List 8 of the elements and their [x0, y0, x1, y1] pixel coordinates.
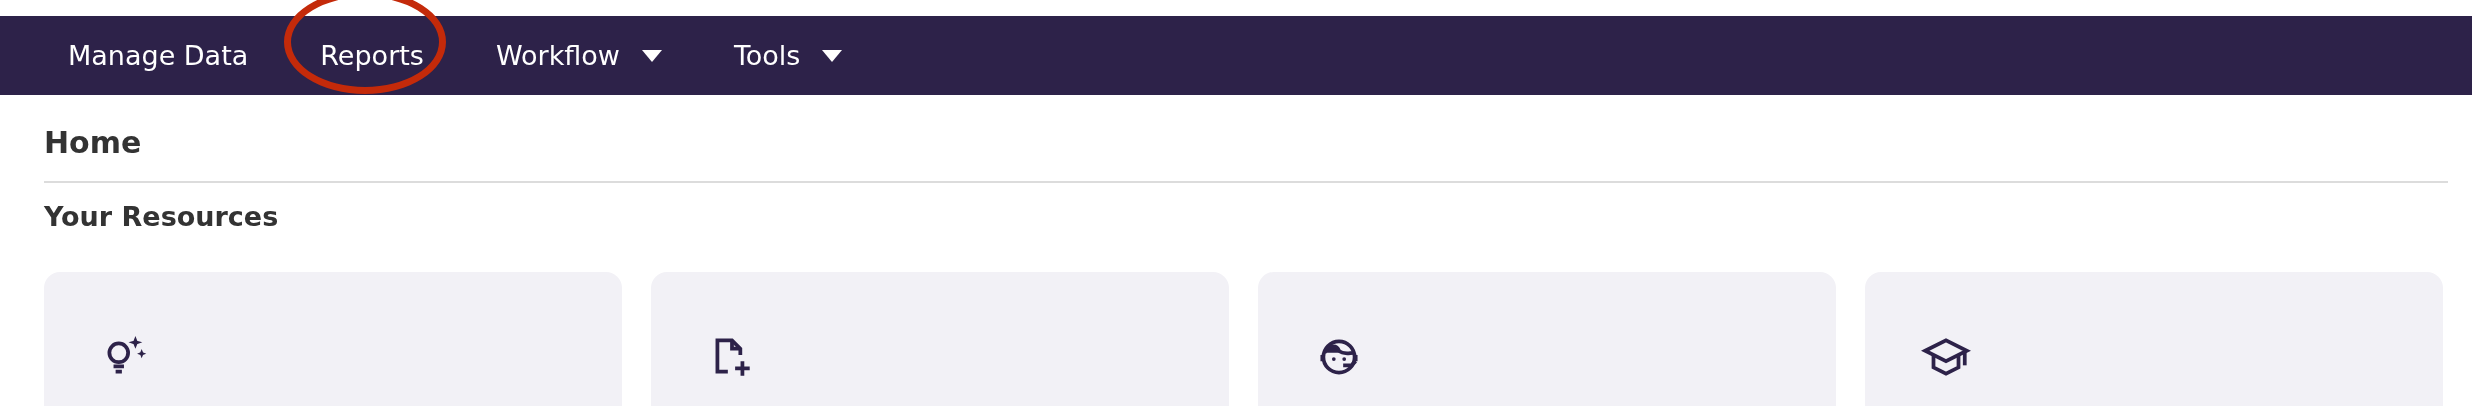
section-heading: Your Resources [44, 200, 280, 232]
nav-link[interactable]: Workflow [495, 40, 662, 71]
caret-icon [822, 49, 843, 62]
page-title: Home [44, 124, 143, 162]
nav-link[interactable]: Tools [733, 40, 843, 71]
caret-icon [641, 49, 662, 62]
nav-link[interactable]: Reports [320, 40, 424, 71]
nav-link[interactable]: Manage Data [68, 40, 249, 71]
